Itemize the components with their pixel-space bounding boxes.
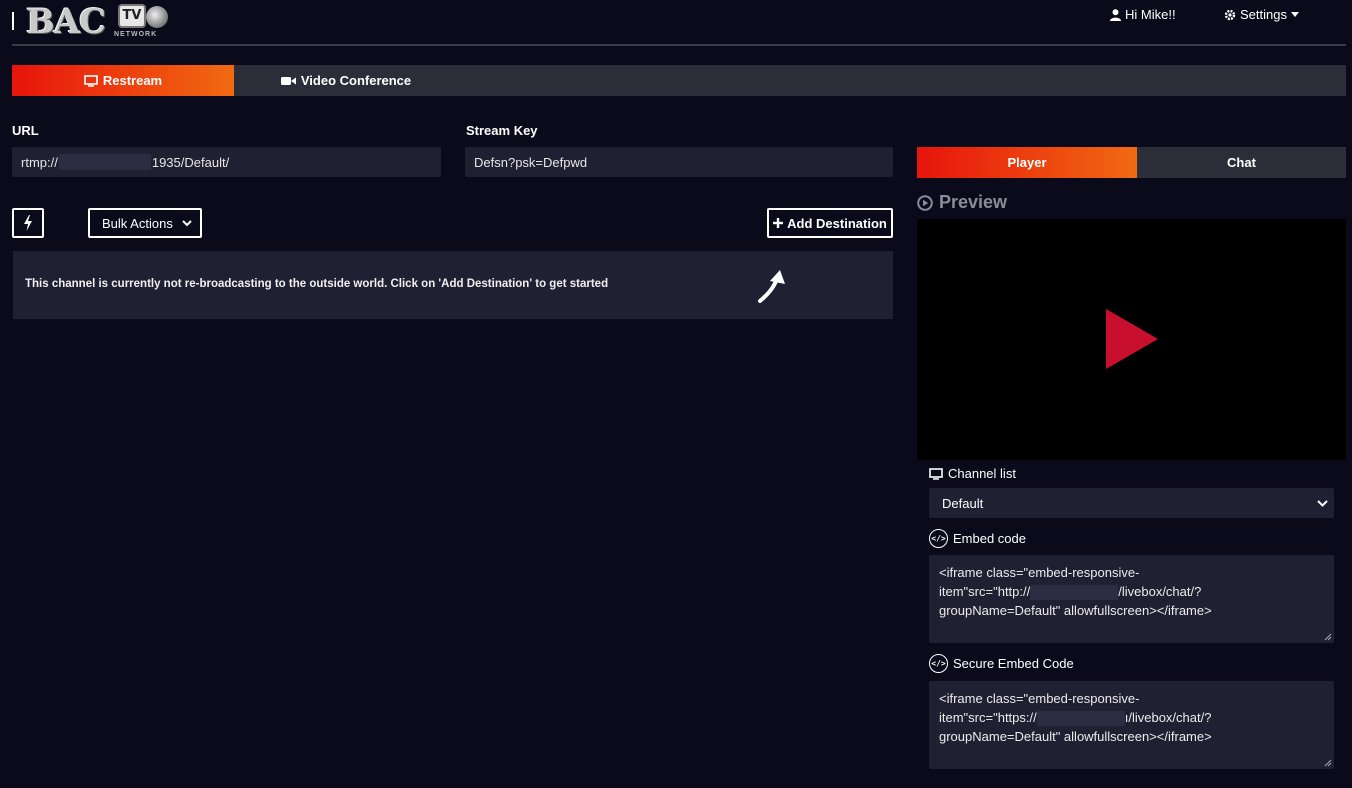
empty-state-panel: This channel is currently not re-broadca… bbox=[13, 251, 893, 319]
code-icon: </> bbox=[929, 654, 948, 673]
curved-arrow-icon bbox=[758, 270, 785, 303]
video-camera-icon bbox=[280, 76, 296, 85]
monitor-icon bbox=[84, 74, 98, 87]
redacted-block bbox=[1036, 711, 1125, 727]
add-destination-label: Add Destination bbox=[787, 215, 887, 231]
code-icon: </> bbox=[929, 529, 948, 548]
secure-embed-code-title: Secure Embed Code bbox=[953, 656, 1074, 671]
header-divider bbox=[12, 44, 1346, 46]
main-tab-bar: Restream Video Conference bbox=[12, 65, 1346, 96]
embed-line-3: groupName=Default" allowfullscreen></ifr… bbox=[939, 603, 1212, 618]
bulk-actions-label: Bulk Actions bbox=[102, 215, 173, 231]
text-cursor bbox=[12, 12, 14, 30]
settings-dropdown[interactable]: Settings bbox=[1224, 7, 1299, 22]
lightning-bolt-icon bbox=[24, 215, 32, 231]
add-destination-button[interactable]: Add Destination bbox=[767, 208, 893, 238]
stream-key-field[interactable]: Defsn?psk=Defpwd bbox=[465, 147, 893, 177]
user-icon bbox=[1110, 8, 1121, 21]
chevron-down-icon bbox=[182, 219, 192, 226]
resize-grip-icon[interactable] bbox=[1324, 633, 1332, 641]
redacted-block bbox=[1030, 585, 1119, 601]
preview-heading: Preview bbox=[917, 192, 1007, 213]
gear-icon bbox=[1224, 9, 1236, 20]
tab-restream[interactable]: Restream bbox=[12, 65, 234, 96]
channel-select-value: Default bbox=[942, 495, 984, 511]
player-chat-tab-bar: Player Chat bbox=[917, 147, 1346, 178]
embed-line-2-prefix: item"src="http:// bbox=[939, 584, 1031, 599]
microphone-icon bbox=[146, 6, 168, 28]
secure-embed-code-textarea[interactable]: <iframe class="embed-responsive- item"sr… bbox=[929, 681, 1334, 769]
monitor-icon bbox=[929, 467, 943, 480]
tab-video-conference[interactable]: Video Conference bbox=[234, 65, 458, 96]
caret-down-icon bbox=[1290, 12, 1299, 17]
tab-chat[interactable]: Chat bbox=[1137, 147, 1346, 178]
tab-player[interactable]: Player bbox=[917, 147, 1137, 178]
embed-code-textarea[interactable]: <iframe class="embed-responsive- item"sr… bbox=[929, 555, 1334, 643]
play-circle-icon bbox=[917, 194, 933, 211]
chevron-down-icon bbox=[1317, 499, 1328, 507]
redacted-block bbox=[58, 154, 151, 170]
embed-code-title: Embed code bbox=[953, 531, 1026, 546]
embed-line-2-suffix: /livebox/chat/? bbox=[1118, 584, 1202, 599]
embed-line-1: <iframe class="embed-responsive- bbox=[939, 565, 1140, 580]
greeting-text: Hi Mike!! bbox=[1125, 7, 1176, 22]
quick-action-button[interactable] bbox=[12, 208, 44, 238]
plus-icon bbox=[773, 218, 784, 228]
logo-text: BAC bbox=[26, 2, 106, 42]
play-icon[interactable] bbox=[1106, 309, 1158, 369]
secure-embed-line-3: groupName=Default" allowfullscreen></ifr… bbox=[939, 729, 1212, 744]
stream-key-label: Stream Key bbox=[466, 123, 538, 138]
embed-code-label: </> Embed code bbox=[929, 529, 1026, 548]
url-prefix: rtmp:// bbox=[21, 154, 58, 170]
stream-key-value: Defsn?psk=Defpwd bbox=[474, 154, 588, 170]
resize-grip-icon[interactable] bbox=[1324, 759, 1332, 767]
logo-tv-badge: TV bbox=[118, 4, 146, 28]
empty-state-text-1: This channel is currently not re-broadca… bbox=[25, 278, 439, 290]
url-label: URL bbox=[12, 123, 39, 138]
secure-embed-code-label: </> Secure Embed Code bbox=[929, 654, 1074, 673]
secure-embed-line-2-suffix: ı/livebox/chat/? bbox=[1124, 710, 1212, 725]
channel-list-label: Channel list bbox=[929, 466, 1016, 481]
tab-label: Video Conference bbox=[300, 73, 412, 88]
empty-state-emphasis: 'Add Destination' bbox=[438, 278, 533, 290]
empty-state-text-2: to get started bbox=[532, 278, 609, 290]
video-player[interactable] bbox=[917, 219, 1346, 460]
secure-embed-line-1: <iframe class="embed-responsive- bbox=[939, 691, 1140, 706]
url-field[interactable]: rtmp:// 1935/Default/ bbox=[12, 147, 441, 177]
channel-select[interactable]: Default bbox=[929, 488, 1334, 518]
empty-state-message: This channel is currently not re-broadca… bbox=[25, 278, 608, 290]
user-greeting[interactable]: Hi Mike!! bbox=[1110, 7, 1176, 22]
bulk-actions-select[interactable]: Bulk Actions bbox=[88, 208, 202, 238]
logo-network-text: NETWORK bbox=[114, 31, 158, 38]
preview-title: Preview bbox=[939, 192, 1008, 212]
secure-embed-line-2-prefix: item"src="https:// bbox=[939, 710, 1037, 725]
settings-label: Settings bbox=[1240, 7, 1287, 22]
channel-list-text: Channel list bbox=[948, 466, 1016, 481]
bac-tv-logo[interactable]: BAC TV NETWORK bbox=[26, 2, 168, 42]
tab-label: Restream bbox=[102, 73, 163, 88]
url-suffix: 1935/Default/ bbox=[151, 154, 230, 170]
